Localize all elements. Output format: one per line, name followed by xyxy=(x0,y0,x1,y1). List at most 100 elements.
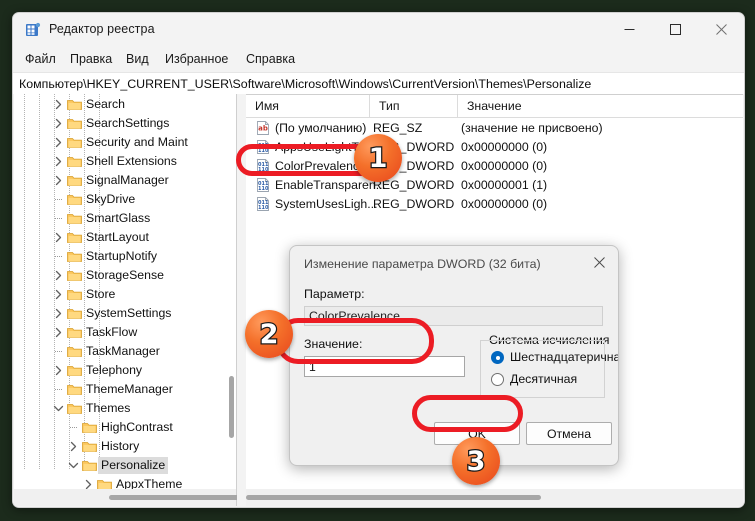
tree-item-search[interactable]: Search xyxy=(14,95,236,114)
chevron-right-icon[interactable] xyxy=(52,231,65,244)
folder-icon xyxy=(67,174,82,186)
folder-icon xyxy=(67,136,82,148)
tree-item-label: TaskFlow xyxy=(86,325,138,339)
menu-item-favorites[interactable]: Избранное xyxy=(165,50,228,68)
chevron-right-icon[interactable] xyxy=(52,174,65,187)
menu-item-file[interactable]: Файл xyxy=(25,50,56,68)
chevron-down-icon[interactable] xyxy=(67,459,80,472)
chevron-right-icon[interactable] xyxy=(52,269,65,282)
column-header-value[interactable]: Значение xyxy=(458,95,743,117)
close-button[interactable] xyxy=(698,13,744,46)
tree-item-themes[interactable]: Themes xyxy=(14,399,236,418)
folder-icon xyxy=(67,326,82,338)
registry-value-name: SystemUsesLigh... xyxy=(275,197,378,211)
tree-item-label: StartLayout xyxy=(86,230,149,244)
registry-value-row[interactable]: 011 110 EnableTransparen... REG_DWORD 0x0000… xyxy=(246,176,743,195)
tree-item-label: TaskManager xyxy=(86,344,160,358)
tree-item-personalize[interactable]: Personalize xyxy=(14,456,236,475)
tree-item-searchsettings[interactable]: SearchSettings xyxy=(14,114,236,133)
folder-icon xyxy=(67,345,82,357)
chevron-right-icon[interactable] xyxy=(67,440,80,453)
column-header-name[interactable]: Имя xyxy=(246,95,370,117)
tree-item-storagesense[interactable]: StorageSense xyxy=(14,266,236,285)
chevron-right-icon[interactable] xyxy=(52,307,65,320)
chevron-down-icon[interactable] xyxy=(52,402,65,415)
tree-item-startupnotify[interactable]: StartupNotify xyxy=(14,247,236,266)
chevron-right-icon[interactable] xyxy=(52,136,65,149)
annotation-badge-3: 3 xyxy=(452,437,500,485)
window-title: Редактор реестра xyxy=(49,22,155,36)
folder-icon xyxy=(67,402,82,414)
folder-icon xyxy=(67,383,82,395)
registry-value-row[interactable]: ab (По умолчанию) REG_SZ (значение не присв… xyxy=(246,119,743,138)
tree-item-security-and-maint[interactable]: Security and Maint xyxy=(14,133,236,152)
tree-item-label: Search xyxy=(86,97,125,111)
tree-item-telephony[interactable]: Telephony xyxy=(14,361,236,380)
chevron-right-icon[interactable] xyxy=(52,326,65,339)
tree-horizontal-scrollbar[interactable] xyxy=(14,489,324,506)
tree-node-list: Search SearchSettings Security and Maint Sh… xyxy=(14,94,236,489)
chevron-right-icon[interactable] xyxy=(52,98,65,111)
menu-item-edit[interactable]: Правка xyxy=(70,50,112,68)
radio-decimal-dot xyxy=(491,373,504,386)
tree-item-highcontrast[interactable]: HighContrast xyxy=(14,418,236,437)
registry-value-name: (По умолчанию) xyxy=(275,121,367,135)
folder-icon xyxy=(67,364,82,376)
tree-item-taskflow[interactable]: TaskFlow xyxy=(14,323,236,342)
tree-leaf-connector-icon xyxy=(52,212,65,225)
menu-item-help[interactable]: Справка xyxy=(246,50,295,68)
registry-value-data: 0x00000001 (1) xyxy=(461,178,548,192)
registry-tree-pane[interactable]: Search SearchSettings Security and Maint Sh… xyxy=(14,94,237,490)
radio-hexadecimal-label: Шестнадцатеричная xyxy=(510,350,619,364)
column-header-type[interactable]: Тип xyxy=(370,95,458,117)
folder-icon xyxy=(67,193,82,205)
tree-item-shell-extensions[interactable]: Shell Extensions xyxy=(14,152,236,171)
annotation-badge-2: 2 xyxy=(245,310,293,358)
chevron-right-icon[interactable] xyxy=(52,155,65,168)
tree-vertical-scroll-thumb[interactable] xyxy=(229,376,234,438)
tree-item-label: History xyxy=(101,439,140,453)
tree-leaf-connector-icon xyxy=(52,193,65,206)
folder-icon xyxy=(67,212,82,224)
reg-dword-icon: 011 110 xyxy=(256,178,270,192)
tree-item-skydrive[interactable]: SkyDrive xyxy=(14,190,236,209)
chevron-right-icon[interactable] xyxy=(52,117,65,130)
tree-item-label: Store xyxy=(86,287,116,301)
dialog-title: Изменение параметра DWORD (32 бита) xyxy=(304,257,541,271)
tree-item-appxtheme[interactable]: AppxTheme xyxy=(14,475,236,489)
list-horizontal-scrollbar[interactable] xyxy=(246,489,743,506)
tree-item-label: SystemSettings xyxy=(86,306,172,320)
folder-icon xyxy=(67,98,82,110)
annotation-badge-2-number: 2 xyxy=(258,318,279,350)
registry-value-type: REG_DWORD xyxy=(373,197,455,211)
registry-value-data: 0x00000000 (0) xyxy=(461,140,548,154)
chevron-right-icon[interactable] xyxy=(52,288,65,301)
tree-leaf-connector-icon xyxy=(52,250,65,263)
cancel-button[interactable]: Отмена xyxy=(526,422,612,445)
annotation-badge-1-number: 1 xyxy=(367,142,388,174)
svg-text:110: 110 xyxy=(258,186,269,192)
annotation-highlight-ok-button xyxy=(412,395,523,432)
maximize-button[interactable] xyxy=(652,13,698,46)
list-horizontal-scroll-thumb[interactable] xyxy=(246,495,541,500)
registry-value-row[interactable]: 011 110 SystemUsesLigh... REG_DWORD 0x000000… xyxy=(246,195,743,214)
menu-bar: Файл Правка Вид Избранное Справка xyxy=(13,46,744,72)
tree-item-history[interactable]: History xyxy=(14,437,236,456)
tree-vertical-scrollbar[interactable] xyxy=(229,94,234,489)
tree-item-taskmanager[interactable]: TaskManager xyxy=(14,342,236,361)
reg-string-icon: ab xyxy=(256,121,270,135)
tree-item-smartglass[interactable]: SmartGlass xyxy=(14,209,236,228)
tree-item-thememanager[interactable]: ThemeManager xyxy=(14,380,236,399)
chevron-right-icon[interactable] xyxy=(52,364,65,377)
menu-item-view[interactable]: Вид xyxy=(126,50,149,68)
folder-icon xyxy=(67,231,82,243)
tree-item-signalmanager[interactable]: SignalManager xyxy=(14,171,236,190)
tree-item-startlayout[interactable]: StartLayout xyxy=(14,228,236,247)
dialog-close-button[interactable] xyxy=(580,246,618,278)
minimize-button[interactable] xyxy=(606,13,652,46)
tree-item-systemsettings[interactable]: SystemSettings xyxy=(14,304,236,323)
folder-icon xyxy=(82,459,97,471)
address-bar[interactable]: Компьютер\HKEY_CURRENT_USER\Software\Mic… xyxy=(13,72,744,96)
list-header-row: Имя Тип Значение xyxy=(246,95,743,118)
tree-item-store[interactable]: Store xyxy=(14,285,236,304)
